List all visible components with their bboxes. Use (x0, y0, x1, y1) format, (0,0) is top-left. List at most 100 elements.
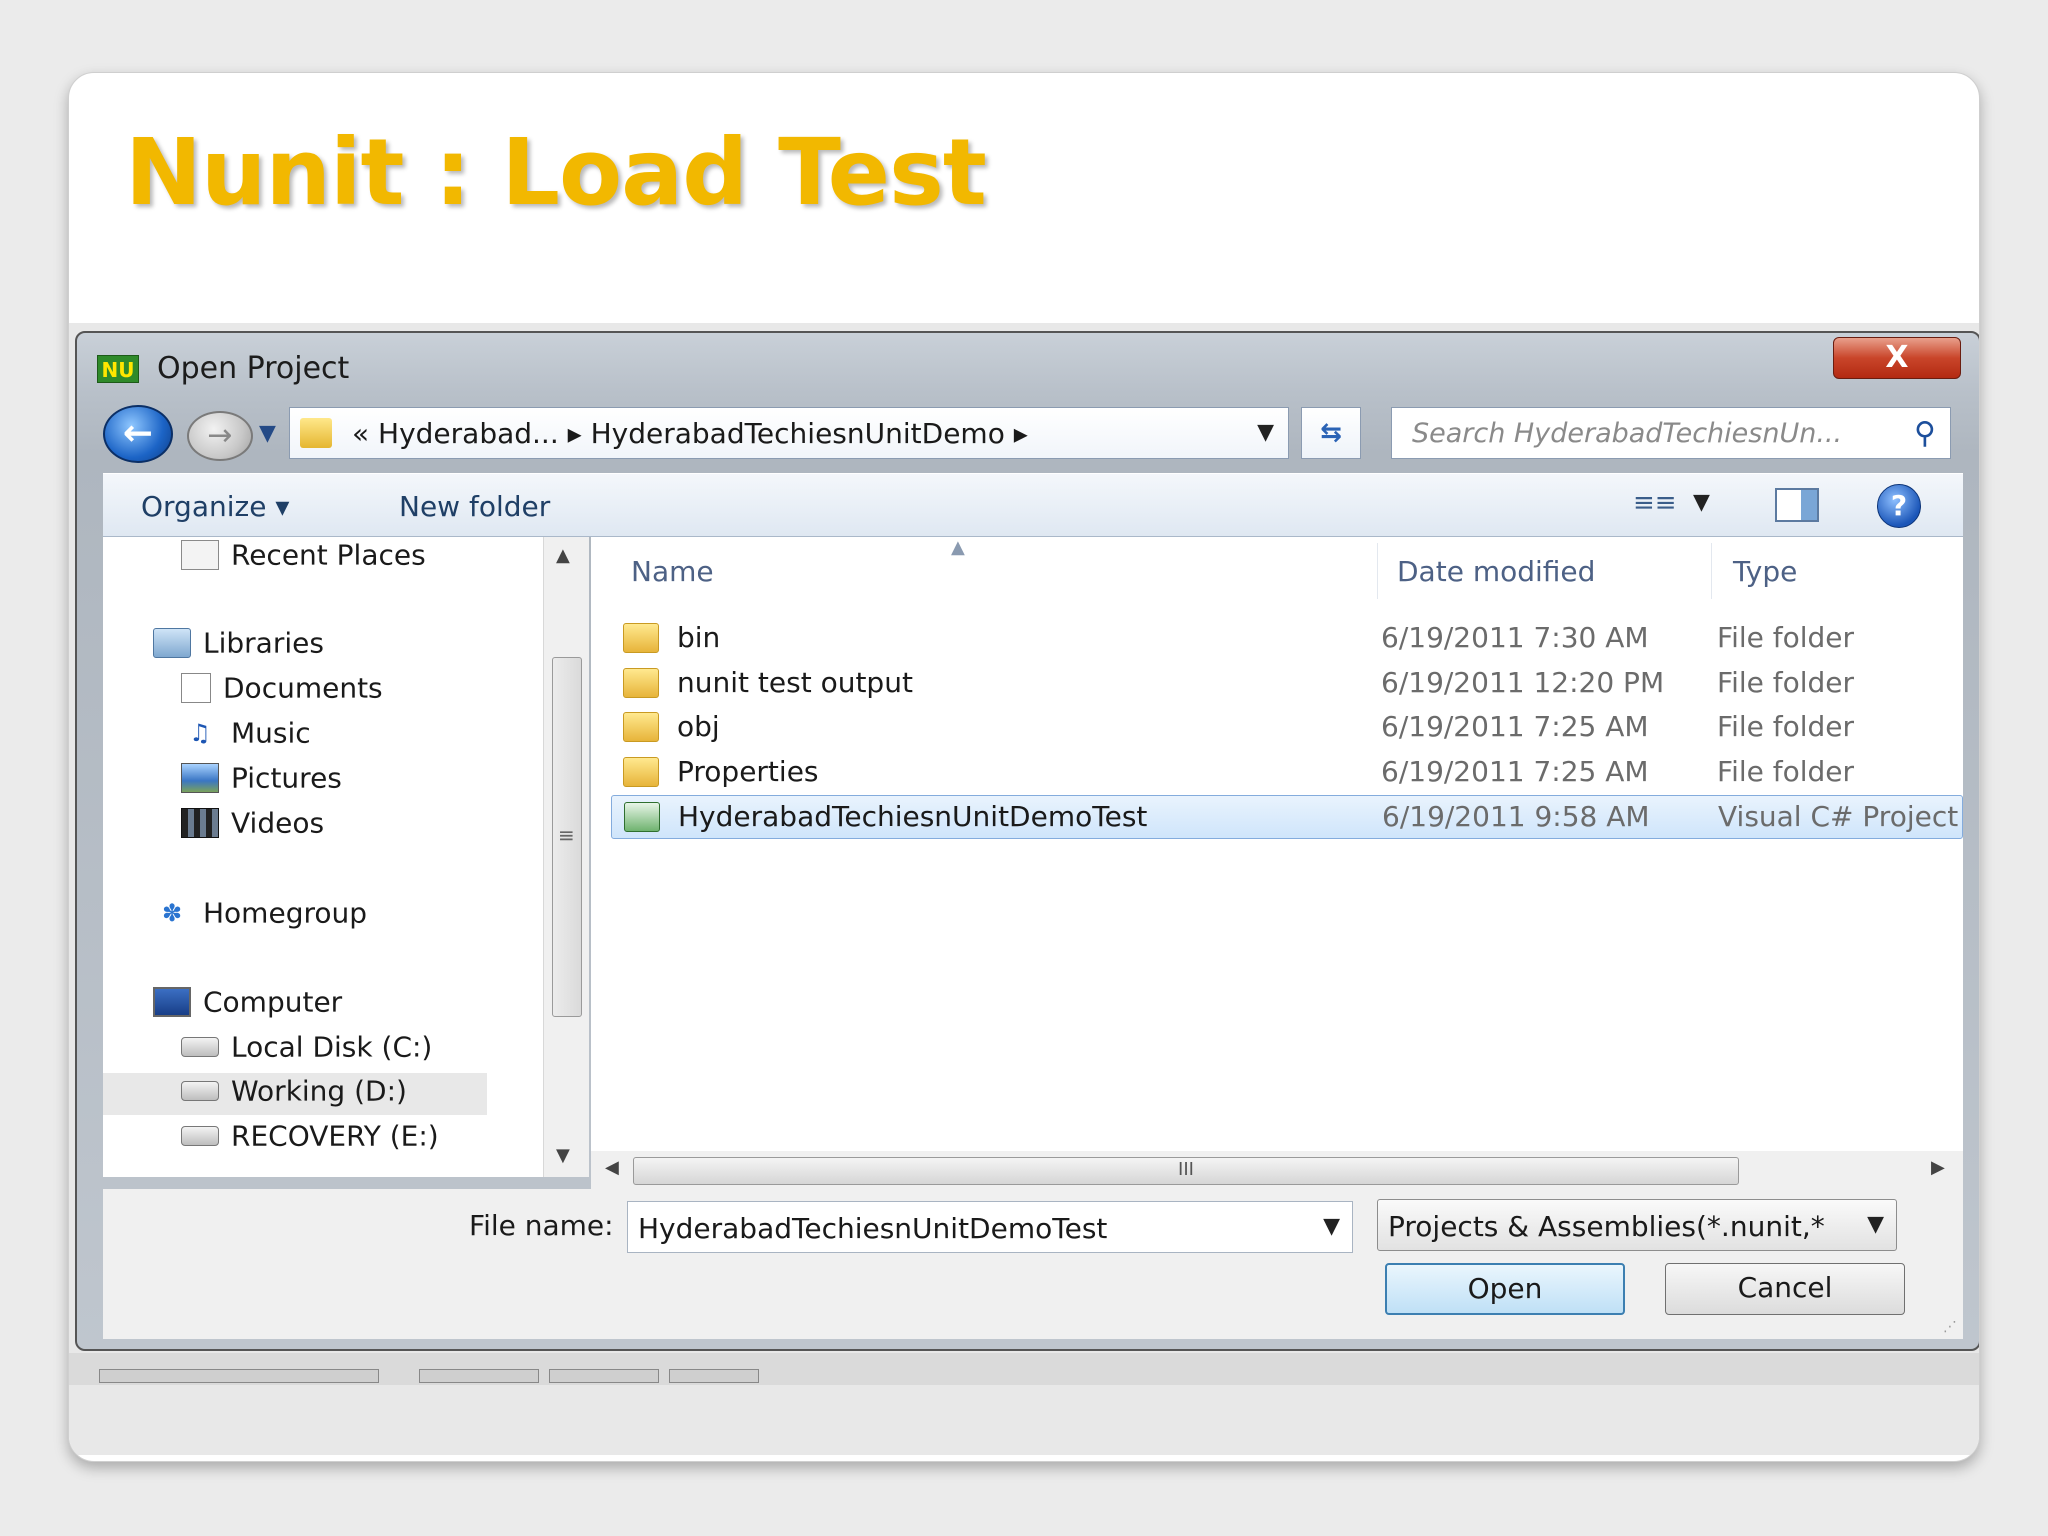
file-date: 6/19/2011 7:25 AM (1381, 755, 1649, 788)
dialog-footer: File name: HyderabadTechiesnUnitDemoTest… (103, 1189, 1963, 1339)
recent-locations-dropdown[interactable]: ▼ (259, 421, 276, 446)
forward-button[interactable]: → (187, 411, 253, 461)
scroll-left-icon[interactable]: ◀ (605, 1157, 619, 1178)
change-view-icon[interactable]: ≡≡ (1633, 488, 1677, 518)
column-header-name[interactable]: Name (631, 555, 714, 588)
folder-icon (623, 757, 659, 787)
cancel-button[interactable]: Cancel (1665, 1263, 1905, 1315)
file-type: File folder (1717, 621, 1855, 654)
file-date: 6/19/2011 12:20 PM (1381, 666, 1665, 699)
background-strip (669, 1369, 759, 1383)
help-icon[interactable]: ? (1877, 484, 1921, 528)
scroll-right-icon[interactable]: ▶ (1931, 1157, 1945, 1178)
file-date: 6/19/2011 9:58 AM (1382, 800, 1650, 833)
column-separator[interactable] (1711, 543, 1712, 599)
new-folder-button[interactable]: New folder (399, 490, 550, 523)
pictures-icon (181, 763, 219, 793)
scroll-up-icon[interactable]: ▲ (556, 545, 570, 566)
background-strip (549, 1369, 659, 1383)
slide-title: Nunit : Load Test (125, 119, 987, 226)
chevron-down-icon[interactable]: ▼ (1693, 490, 1710, 515)
column-header-type[interactable]: Type (1733, 555, 1797, 588)
nav-item-working-d[interactable]: Working (D:) (103, 1073, 487, 1115)
search-box[interactable]: Search HyderabadTechiesnUn... ⚲ (1391, 407, 1951, 459)
nav-item-recent-places[interactable]: Recent Places (181, 537, 426, 579)
libraries-icon (153, 628, 191, 658)
file-name-label: File name: (469, 1209, 614, 1242)
nav-item-pictures[interactable]: Pictures (181, 760, 342, 802)
file-type-filter-select[interactable]: Projects & Assemblies(*.nunit,* ▼ (1377, 1199, 1897, 1251)
refresh-button[interactable]: ⇆ (1301, 407, 1361, 459)
file-row[interactable]: Properties 6/19/2011 7:25 AM File folder (611, 751, 1963, 795)
nav-item-local-disk-c[interactable]: Local Disk (C:) (181, 1029, 432, 1071)
back-button[interactable]: ← (103, 405, 173, 463)
screenshot-region: NU Open Project X ← → ▼ « Hyderabad... ▸… (69, 323, 1979, 1455)
command-toolbar: Organize ▾ New folder ≡≡ ▼ ? (103, 473, 1963, 537)
drive-icon (181, 1126, 219, 1146)
folder-icon (623, 623, 659, 653)
scrollbar-thumb[interactable]: III (633, 1157, 1739, 1185)
file-name: bin (677, 621, 721, 654)
videos-icon (181, 808, 219, 838)
scroll-grip-icon: ≡ (558, 823, 575, 847)
csharp-project-icon (624, 802, 660, 832)
file-name: Properties (677, 755, 819, 788)
file-row[interactable]: obj 6/19/2011 7:25 AM File folder (611, 706, 1963, 750)
chevron-down-icon[interactable]: ▼ (1867, 1212, 1884, 1237)
file-type: Visual C# Project f... (1718, 800, 1958, 833)
nunit-app-icon: NU (97, 355, 139, 383)
navigation-pane: Recent Places Libraries Documents ♫ Music… (103, 537, 543, 1177)
file-name: nunit test output (677, 666, 913, 699)
preview-pane-icon[interactable] (1775, 488, 1819, 522)
dialog-titlebar[interactable]: NU Open Project X (77, 333, 1979, 399)
close-button[interactable]: X (1833, 337, 1961, 379)
file-date: 6/19/2011 7:25 AM (1381, 710, 1649, 743)
drive-icon (181, 1081, 219, 1101)
nav-item-videos[interactable]: Videos (181, 805, 324, 847)
nav-item-recovery-e[interactable]: RECOVERY (E:) (181, 1118, 439, 1160)
file-type: File folder (1717, 710, 1855, 743)
chevron-down-icon[interactable]: ▼ (1323, 1214, 1340, 1239)
local-disk-icon (181, 1037, 219, 1057)
resize-grip-icon[interactable]: ⋰ (1943, 1319, 1957, 1335)
file-row[interactable]: nunit test output 6/19/2011 12:20 PM Fil… (611, 662, 1963, 706)
folder-icon (300, 418, 332, 448)
background-strip (99, 1369, 379, 1383)
nav-item-music[interactable]: ♫ Music (181, 715, 310, 757)
address-path[interactable]: « Hyderabad... ▸ HyderabadTechiesnUnitDe… (352, 417, 1028, 450)
file-list: ▲ Name Date modified Type bin 6/19/2011 … (591, 537, 1963, 1177)
column-header-date-modified[interactable]: Date modified (1397, 555, 1595, 588)
folder-icon (623, 712, 659, 742)
file-name-value[interactable]: HyderabadTechiesnUnitDemoTest (638, 1212, 1107, 1245)
sort-ascending-icon: ▲ (951, 537, 965, 558)
chevron-down-icon[interactable]: ▼ (1257, 420, 1274, 445)
file-name-field[interactable]: HyderabadTechiesnUnitDemoTest ▼ (627, 1201, 1353, 1253)
file-row-selected[interactable]: HyderabadTechiesnUnitDemoTest 6/19/2011 … (611, 795, 1963, 839)
organize-button[interactable]: Organize ▾ (141, 490, 289, 523)
music-icon: ♫ (189, 719, 211, 747)
homegroup-icon: ✽ (161, 899, 183, 927)
file-name: HyderabadTechiesnUnitDemoTest (678, 800, 1148, 833)
documents-icon (181, 673, 211, 703)
navigation-scrollbar[interactable]: ▲ ≡ ▼ (543, 537, 589, 1177)
file-type: File folder (1717, 755, 1855, 788)
open-button[interactable]: Open (1385, 1263, 1625, 1315)
address-bar[interactable]: « Hyderabad... ▸ HyderabadTechiesnUnitDe… (289, 407, 1289, 459)
nav-item-documents[interactable]: Documents (181, 670, 383, 712)
nav-item-computer[interactable]: Computer (153, 984, 342, 1026)
navigation-bar: ← → ▼ « Hyderabad... ▸ HyderabadTechiesn… (103, 399, 1963, 465)
scroll-down-icon[interactable]: ▼ (556, 1145, 570, 1166)
column-separator[interactable] (1377, 543, 1378, 599)
nav-item-libraries[interactable]: Libraries (153, 625, 324, 667)
search-icon[interactable]: ⚲ (1914, 416, 1936, 451)
dialog-title: Open Project (157, 351, 350, 386)
search-input[interactable]: Search HyderabadTechiesnUn... (1412, 418, 1892, 449)
refresh-icon: ⇆ (1320, 418, 1342, 448)
arrow-left-icon: ← (122, 413, 154, 454)
nav-item-homegroup[interactable]: ✽ Homegroup (153, 895, 367, 937)
file-row[interactable]: bin 6/19/2011 7:30 AM File folder (611, 617, 1963, 661)
slide: Nunit : Load Test NU Open Project X ← → … (68, 72, 1980, 1462)
file-list-scrollbar[interactable]: ◀ III ▶ (591, 1151, 1963, 1189)
recent-places-icon (181, 540, 219, 570)
file-name: obj (677, 710, 720, 743)
